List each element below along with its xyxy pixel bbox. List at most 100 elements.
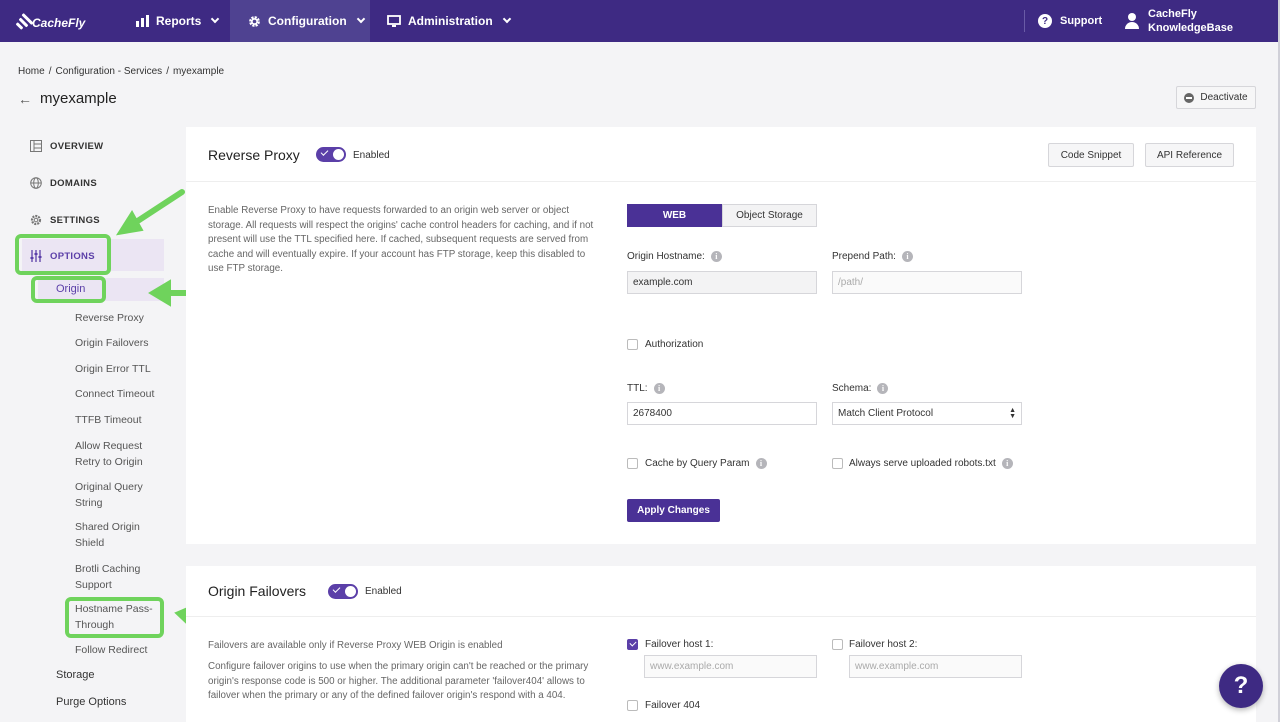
sidebar-item-domains[interactable]: DOMAINS bbox=[30, 177, 97, 189]
origin-failovers-card: Origin Failovers Enabled Failovers are a… bbox=[186, 566, 1256, 722]
breadcrumb-configuration-services[interactable]: Configuration - Services bbox=[55, 66, 162, 77]
info-icon[interactable]: i bbox=[653, 383, 665, 394]
reverse-proxy-card: Reverse Proxy Enabled Code Snippet API R… bbox=[186, 127, 1256, 544]
failover-404-checkbox[interactable] bbox=[627, 700, 638, 711]
breadcrumb-current: myexample bbox=[172, 66, 225, 77]
schema-label-text: Schema: bbox=[832, 383, 872, 394]
sidebar-item-purge-options[interactable]: Purge Options bbox=[56, 696, 126, 708]
gear-icon bbox=[30, 214, 42, 226]
robots-label-text: Always serve uploaded robots.txt bbox=[849, 458, 996, 469]
nav-reports[interactable]: Reports bbox=[136, 0, 220, 42]
cache-by-query-label: Cache by Query Param i bbox=[645, 458, 767, 469]
deactivate-button[interactable]: Deactivate bbox=[1176, 86, 1256, 109]
tab-object-storage[interactable]: Object Storage bbox=[722, 204, 817, 227]
ttl-label: TTL: i bbox=[627, 383, 665, 394]
info-icon[interactable]: i bbox=[877, 383, 889, 394]
cache-by-query-checkbox[interactable] bbox=[627, 458, 638, 469]
check-icon bbox=[320, 148, 329, 156]
user-menu[interactable]: CacheFly KnowledgeBase bbox=[1124, 0, 1233, 42]
page-title-row: ← myexample bbox=[18, 90, 117, 107]
origin-failovers-toggle[interactable] bbox=[328, 584, 358, 599]
breadcrumb-separator: / bbox=[166, 66, 169, 77]
failover-host1-label: Failover host 1: bbox=[645, 639, 714, 650]
info-icon[interactable]: i bbox=[901, 251, 913, 262]
breadcrumb: Home / Configuration - Services / myexam… bbox=[18, 66, 224, 77]
back-arrow-icon[interactable]: ← bbox=[18, 91, 32, 107]
sidebar-subitem-connect-timeout[interactable]: Connect Timeout bbox=[75, 387, 170, 403]
chevron-down-icon bbox=[356, 14, 365, 24]
authorization-label: Authorization bbox=[645, 339, 704, 350]
breadcrumb-separator: / bbox=[48, 66, 52, 77]
check-icon bbox=[332, 585, 341, 593]
highlight-origin bbox=[31, 276, 106, 303]
reverse-proxy-title: Reverse Proxy bbox=[208, 147, 300, 163]
robots-checkbox[interactable] bbox=[832, 458, 843, 469]
schema-select[interactable]: Match Client Protocol ▲ ▼ bbox=[832, 402, 1022, 425]
ttl-input[interactable]: 2678400 bbox=[627, 402, 817, 425]
nav-support-label: Support bbox=[1060, 15, 1103, 27]
user-icon bbox=[1124, 13, 1140, 29]
nav-administration[interactable]: Administration bbox=[387, 0, 511, 42]
user-name-line1: CacheFly bbox=[1148, 8, 1197, 20]
origin-failovers-title: Origin Failovers bbox=[208, 583, 307, 599]
sidebar-item-overview[interactable]: OVERVIEW bbox=[30, 140, 103, 152]
page-title: myexample bbox=[40, 90, 117, 107]
minus-circle-icon bbox=[1184, 92, 1195, 103]
chevron-down-icon bbox=[502, 14, 511, 24]
sidebar-subitem-shared-origin-shield[interactable]: Shared Origin Shield bbox=[75, 520, 155, 551]
nav-support[interactable]: ? Support bbox=[1038, 0, 1102, 42]
sidebar-item-storage[interactable]: Storage bbox=[56, 669, 95, 681]
sidebar-subitem-original-query-string[interactable]: Original Query String bbox=[75, 480, 155, 511]
chevron-down-icon bbox=[211, 14, 220, 24]
reverse-proxy-toggle[interactable] bbox=[316, 147, 346, 162]
origin-hostname-label: Origin Hostname: i bbox=[627, 251, 722, 262]
failover-host2-input[interactable]: www.example.com bbox=[849, 655, 1022, 678]
logo-text: CacheFly bbox=[32, 16, 86, 30]
reverse-proxy-enabled-label: Enabled bbox=[353, 150, 390, 161]
apply-changes-button[interactable]: Apply Changes bbox=[627, 499, 720, 522]
origin-hostname-input[interactable]: example.com bbox=[627, 271, 817, 294]
sidebar-subitem-ttfb-timeout[interactable]: TTFB Timeout bbox=[75, 413, 170, 429]
user-name: CacheFly KnowledgeBase bbox=[1148, 7, 1233, 35]
api-reference-button[interactable]: API Reference bbox=[1145, 143, 1234, 167]
schema-label: Schema: i bbox=[832, 383, 889, 394]
failover-host1-input[interactable]: www.example.com bbox=[644, 655, 817, 678]
select-arrows-icon: ▲ ▼ bbox=[1009, 407, 1016, 420]
breadcrumb-home[interactable]: Home bbox=[18, 66, 45, 77]
sidebar-subitem-follow-redirect[interactable]: Follow Redirect bbox=[75, 643, 170, 659]
prepend-path-input[interactable]: /path/ bbox=[832, 271, 1022, 294]
bar-chart-icon bbox=[136, 15, 149, 27]
sidebar-subitem-origin-error-ttl[interactable]: Origin Error TTL bbox=[75, 362, 170, 378]
code-snippet-button[interactable]: Code Snippet bbox=[1048, 143, 1134, 167]
user-name-line2: KnowledgeBase bbox=[1148, 22, 1233, 34]
cachefly-logo[interactable]: CacheFly bbox=[15, 8, 86, 32]
failover-host2-checkbox[interactable] bbox=[832, 639, 843, 650]
globe-icon bbox=[30, 177, 42, 189]
sidebar-item-settings[interactable]: SETTINGS bbox=[30, 214, 100, 226]
robots-label: Always serve uploaded robots.txt i bbox=[849, 458, 1013, 469]
failover-host2-label: Failover host 2: bbox=[849, 639, 918, 650]
failovers-note: Failovers are available only if Reverse … bbox=[208, 640, 503, 651]
tab-web[interactable]: WEB bbox=[627, 204, 722, 227]
sidebar-item-domains-label: DOMAINS bbox=[50, 177, 97, 189]
sidebar-subitem-brotli-caching[interactable]: Brotli Caching Support bbox=[75, 562, 155, 593]
nav-divider bbox=[1024, 10, 1025, 32]
sidebar-subitem-reverse-proxy[interactable]: Reverse Proxy bbox=[75, 311, 170, 327]
sidebar-subitem-origin-failovers[interactable]: Origin Failovers bbox=[75, 336, 170, 352]
help-fab-button[interactable]: ? bbox=[1219, 664, 1263, 708]
info-icon[interactable]: i bbox=[755, 458, 767, 469]
origin-hostname-label-text: Origin Hostname: bbox=[627, 251, 705, 262]
sidebar-subitem-allow-request-retry[interactable]: Allow Request Retry to Origin bbox=[75, 439, 155, 470]
failover-host1-checkbox[interactable] bbox=[627, 639, 638, 650]
nav-configuration[interactable]: Configuration bbox=[230, 0, 370, 42]
ttl-label-text: TTL: bbox=[627, 383, 648, 394]
deactivate-label: Deactivate bbox=[1200, 92, 1248, 103]
gear-icon bbox=[249, 15, 260, 27]
question-circle-icon: ? bbox=[1038, 14, 1052, 28]
prepend-path-label: Prepend Path: i bbox=[832, 251, 913, 262]
cache-by-query-label-text: Cache by Query Param bbox=[645, 458, 750, 469]
info-icon[interactable]: i bbox=[1001, 458, 1013, 469]
monitor-icon bbox=[387, 14, 401, 27]
authorization-checkbox[interactable] bbox=[627, 339, 638, 350]
info-icon[interactable]: i bbox=[710, 251, 722, 262]
